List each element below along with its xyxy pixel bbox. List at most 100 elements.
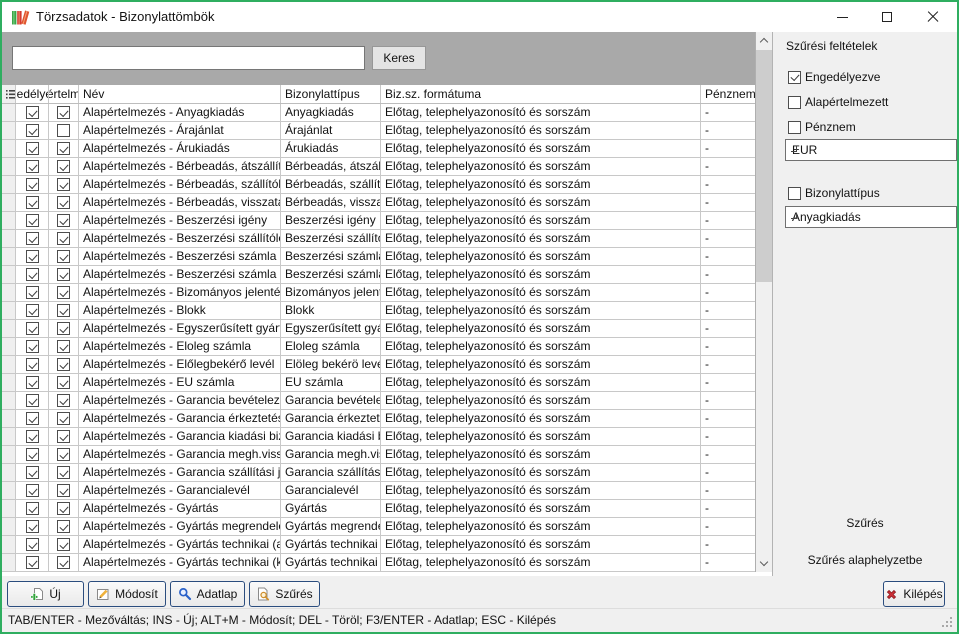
table-row[interactable]: Alapértelmezés - AnyagkiadásAnyagkiadásE…	[2, 104, 755, 122]
resize-grip[interactable]	[950, 625, 952, 627]
default-cell[interactable]	[49, 536, 79, 553]
default-cell[interactable]	[49, 338, 79, 355]
table-row[interactable]: Alapértelmezés - Garancia bevételezésGar…	[2, 392, 755, 410]
default-cell[interactable]	[49, 140, 79, 157]
enabled-cell[interactable]	[16, 104, 49, 121]
header-default[interactable]: Alapértelmezett	[49, 85, 79, 103]
maximize-button[interactable]	[865, 2, 910, 32]
minimize-button[interactable]	[820, 2, 865, 32]
default-cell[interactable]	[49, 320, 79, 337]
row-selector[interactable]	[2, 212, 16, 230]
enabled-cell[interactable]	[16, 428, 49, 445]
default-cell[interactable]	[49, 158, 79, 175]
default-cell[interactable]	[49, 176, 79, 193]
default-cell[interactable]	[49, 500, 79, 517]
default-cell[interactable]	[49, 284, 79, 301]
enabled-cell[interactable]	[16, 536, 49, 553]
header-currency[interactable]: Pénznem	[701, 85, 755, 103]
table-row[interactable]: Alapértelmezés - Garancia érkeztetési bi…	[2, 410, 755, 428]
default-cell[interactable]	[49, 122, 79, 139]
close-button[interactable]	[910, 2, 955, 32]
default-cell[interactable]	[49, 428, 79, 445]
default-cell[interactable]	[49, 230, 79, 247]
row-selector[interactable]	[2, 482, 16, 500]
enabled-cell[interactable]	[16, 500, 49, 517]
filter-button[interactable]: Szűrés	[249, 581, 320, 607]
header-format[interactable]: Biz.sz. formátuma	[381, 85, 701, 103]
table-row[interactable]: Alapértelmezés - ÁrukiadásÁrukiadásElőta…	[2, 140, 755, 158]
enabled-cell[interactable]	[16, 302, 49, 319]
row-selector[interactable]	[2, 410, 16, 428]
header-enabled[interactable]: Engedélyezve	[16, 85, 49, 103]
enabled-cell[interactable]	[16, 176, 49, 193]
enabled-cell[interactable]	[16, 374, 49, 391]
table-row[interactable]: Alapértelmezés - Garancia szállítási jel…	[2, 464, 755, 482]
table-row[interactable]: Alapértelmezés - Beszerzési igényBeszerz…	[2, 212, 755, 230]
row-selector[interactable]	[2, 428, 16, 446]
new-button[interactable]: Új	[7, 581, 84, 607]
filter-currency-checkbox[interactable]: Pénznem	[788, 120, 856, 134]
vertical-scrollbar[interactable]	[755, 32, 772, 572]
enabled-cell[interactable]	[16, 248, 49, 265]
row-selector[interactable]	[2, 104, 16, 122]
row-selector[interactable]	[2, 140, 16, 158]
enabled-cell[interactable]	[16, 482, 49, 499]
row-selector[interactable]	[2, 536, 16, 554]
table-row[interactable]: Alapértelmezés - Beszerzési számla (Suli…	[2, 266, 755, 284]
enabled-cell[interactable]	[16, 554, 49, 571]
enabled-cell[interactable]	[16, 140, 49, 157]
enabled-cell[interactable]	[16, 266, 49, 283]
default-cell[interactable]	[49, 266, 79, 283]
scroll-up-button[interactable]	[756, 32, 772, 49]
table-row[interactable]: Alapértelmezés - Bérbeadás, szállítólevé…	[2, 176, 755, 194]
default-cell[interactable]	[49, 302, 79, 319]
table-row[interactable]: Alapértelmezés - Beszerzési szállítólevé…	[2, 230, 755, 248]
enabled-cell[interactable]	[16, 284, 49, 301]
default-cell[interactable]	[49, 410, 79, 427]
table-row[interactable]: Alapértelmezés - EU számlaEU számlaElőta…	[2, 374, 755, 392]
row-selector[interactable]	[2, 374, 16, 392]
row-selector[interactable]	[2, 284, 16, 302]
enabled-cell[interactable]	[16, 338, 49, 355]
row-selector[interactable]	[2, 338, 16, 356]
currency-select[interactable]: EUR	[785, 139, 957, 161]
table-row[interactable]: Alapértelmezés - Beszerzési számlaBeszer…	[2, 248, 755, 266]
row-selector[interactable]	[2, 446, 16, 464]
row-selector[interactable]	[2, 356, 16, 374]
filter-enabled-checkbox[interactable]: Engedélyezve	[788, 70, 880, 84]
table-row[interactable]: Alapértelmezés - Eloleg számlaEloleg szá…	[2, 338, 755, 356]
table-row[interactable]: Alapértelmezés - GarancialevélGaranciale…	[2, 482, 755, 500]
scrollbar-thumb[interactable]	[756, 50, 772, 282]
table-row[interactable]: Alapértelmezés - BlokkBlokkElőtag, telep…	[2, 302, 755, 320]
filter-apply-link[interactable]: Szűrés	[773, 516, 957, 530]
enabled-cell[interactable]	[16, 122, 49, 139]
filter-doctype-checkbox[interactable]: Bizonylattípus	[788, 186, 880, 200]
table-row[interactable]: Alapértelmezés - Gyártás technikai (kiad…	[2, 554, 755, 572]
enabled-cell[interactable]	[16, 194, 49, 211]
default-cell[interactable]	[49, 446, 79, 463]
default-cell[interactable]	[49, 356, 79, 373]
row-selector[interactable]	[2, 122, 16, 140]
row-selector[interactable]	[2, 194, 16, 212]
enabled-cell[interactable]	[16, 410, 49, 427]
table-row[interactable]: Alapértelmezés - Garancia kiadási bizony…	[2, 428, 755, 446]
enabled-cell[interactable]	[16, 392, 49, 409]
row-selector[interactable]	[2, 158, 16, 176]
row-selector[interactable]	[2, 176, 16, 194]
enabled-cell[interactable]	[16, 320, 49, 337]
row-selector[interactable]	[2, 248, 16, 266]
enabled-cell[interactable]	[16, 518, 49, 535]
filter-reset-link[interactable]: Szűrés alaphelyzetbe	[773, 553, 957, 567]
scroll-down-button[interactable]	[756, 555, 772, 572]
row-selector[interactable]	[2, 464, 16, 482]
datasheet-button[interactable]: Adatlap	[170, 581, 245, 607]
table-row[interactable]: Alapértelmezés - GyártásGyártásElőtag, t…	[2, 500, 755, 518]
default-cell[interactable]	[49, 482, 79, 499]
table-row[interactable]: Alapértelmezés - Garancia megh.vissza ra…	[2, 446, 755, 464]
row-selector[interactable]	[2, 554, 16, 572]
enabled-cell[interactable]	[16, 446, 49, 463]
doctype-select[interactable]: Anyagkiadás	[785, 206, 957, 228]
row-selector[interactable]	[2, 320, 16, 338]
search-input[interactable]	[12, 46, 365, 70]
header-name[interactable]: Név	[79, 85, 281, 103]
